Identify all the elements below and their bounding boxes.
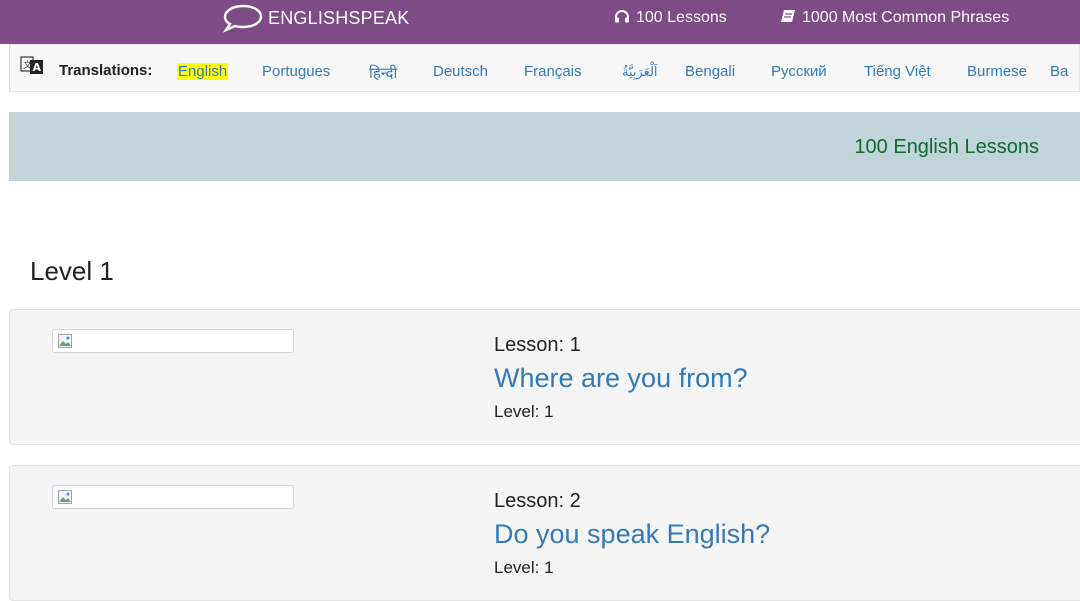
lesson-thumbnail[interactable]	[52, 485, 294, 509]
lang-deutsch[interactable]: Deutsch	[433, 63, 488, 80]
headphones-icon	[614, 9, 630, 28]
nav-100-lessons-label: 100 Lessons	[636, 9, 727, 26]
top-navbar: ENGLISHSPEAK 100 Lessons 1000 Most Commo…	[0, 0, 1080, 44]
lang-vietnamese[interactable]: Tiếng Việt	[864, 63, 931, 80]
svg-text:A: A	[33, 61, 42, 74]
level-heading: Level 1	[30, 256, 114, 286]
brand-name: ENGLISHSPEAK	[268, 7, 410, 28]
book-icon	[780, 9, 796, 28]
lang-bengali[interactable]: Bengali	[685, 63, 735, 80]
lang-truncated[interactable]: Ba	[1050, 63, 1068, 80]
lesson-card: Lesson: 1 Where are you from? Level: 1	[9, 309, 1080, 445]
nav-common-phrases[interactable]: 1000 Most Common Phrases	[780, 0, 1009, 36]
lesson-number: Lesson: 1	[494, 334, 581, 356]
lesson-number: Lesson: 2	[494, 490, 581, 512]
banner-title: 100 English Lessons	[854, 136, 1039, 158]
nav-100-lessons[interactable]: 100 Lessons	[614, 0, 727, 36]
speech-bubble-icon	[222, 3, 264, 33]
lang-francais[interactable]: Français	[524, 63, 582, 80]
lesson-level: Level: 1	[494, 558, 554, 577]
lang-hindi[interactable]: हिन्दी	[369, 63, 397, 83]
lesson-card: Lesson: 2 Do you speak English? Level: 1	[9, 465, 1080, 601]
lang-russian[interactable]: Русский	[771, 63, 827, 80]
translations-label: Translations:	[59, 62, 153, 79]
translate-icon: 文 A	[20, 55, 44, 77]
lesson-title-link[interactable]: Do you speak English?	[494, 519, 770, 550]
translations-bar: 文 A Translations: English Portugues हिन्…	[9, 44, 1080, 92]
lessons-banner: 100 English Lessons	[9, 112, 1080, 181]
lang-burmese[interactable]: Burmese	[967, 63, 1027, 80]
lang-arabic[interactable]: اَلْعَرَبِيَّةُ	[622, 64, 658, 80]
lesson-title-link[interactable]: Where are you from?	[494, 363, 748, 394]
lesson-thumbnail[interactable]	[52, 329, 294, 353]
lesson-level: Level: 1	[494, 402, 554, 421]
lang-english[interactable]: English	[177, 63, 229, 80]
brand-link[interactable]: ENGLISHSPEAK	[222, 0, 409, 36]
lang-portugues[interactable]: Portugues	[262, 63, 330, 80]
nav-common-phrases-label: 1000 Most Common Phrases	[802, 9, 1010, 26]
broken-image-icon	[58, 334, 72, 348]
broken-image-icon	[58, 490, 72, 504]
